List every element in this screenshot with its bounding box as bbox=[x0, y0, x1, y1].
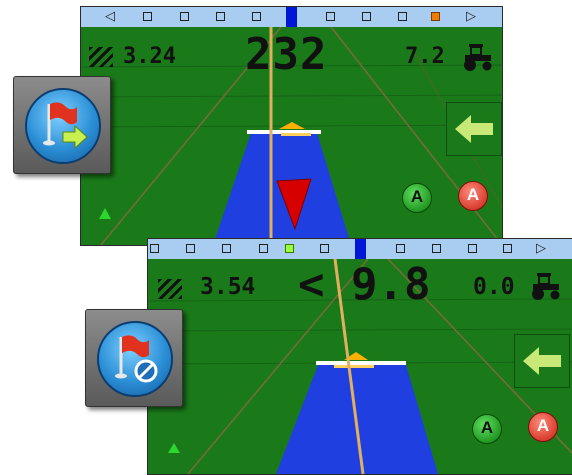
area-hatch-icon bbox=[158, 279, 182, 299]
mark-b-label: A bbox=[466, 185, 480, 204]
lightbar-cell bbox=[398, 12, 407, 21]
lightbar-cell bbox=[143, 12, 152, 21]
lightbar-cell bbox=[320, 244, 329, 253]
lightbar-cell bbox=[180, 12, 189, 21]
button-circle bbox=[25, 88, 101, 164]
mark-a-button[interactable]: A bbox=[472, 414, 502, 444]
lightbar-cell bbox=[396, 244, 405, 253]
mark-a-label: A bbox=[480, 418, 494, 437]
guidance-screen-top: ◁ ▷ 3.24 232 7.2 A A bbox=[80, 6, 503, 246]
goto-flag-button[interactable] bbox=[13, 76, 111, 174]
mark-a-label: A bbox=[410, 187, 424, 206]
lightbar-cell bbox=[432, 244, 441, 253]
speed-value: 0.0 bbox=[473, 274, 515, 300]
area-value: 3.24 bbox=[123, 44, 176, 69]
lightbar-center-indicator bbox=[355, 239, 366, 259]
lightbar-cell bbox=[150, 244, 159, 253]
cross-track-value: < 9.8 bbox=[298, 259, 431, 310]
lightbar-cell bbox=[362, 12, 371, 21]
speed-value: 7.2 bbox=[405, 44, 445, 69]
cancel-flag-button[interactable] bbox=[85, 309, 183, 407]
mark-b-button[interactable]: A bbox=[458, 181, 488, 211]
lightbar-right-arrow-icon: ▷ bbox=[466, 9, 476, 24]
lightbar-cell bbox=[186, 244, 195, 253]
mark-b-label: A bbox=[536, 416, 550, 435]
mark-b-button[interactable]: A bbox=[528, 412, 558, 442]
lightbar-cell bbox=[252, 12, 261, 21]
tractor-icon bbox=[532, 273, 560, 300]
lightbar: ▷ bbox=[148, 239, 572, 259]
button-circle bbox=[97, 321, 173, 397]
arrow-left-icon bbox=[523, 347, 561, 375]
tractor-icon bbox=[464, 44, 492, 71]
shift-left-button[interactable] bbox=[446, 102, 502, 156]
guidance-screen-bottom: ▷ 3.54 < 9.8 0.0 A A bbox=[147, 238, 572, 475]
lightbar-cell bbox=[468, 244, 477, 253]
lightbar-cell bbox=[326, 12, 335, 21]
lightbar-left-arrow-icon: ◁ bbox=[105, 9, 115, 24]
area-value: 3.54 bbox=[200, 274, 256, 300]
lightbar-center-indicator bbox=[286, 7, 297, 27]
lightbar-cell-active bbox=[431, 12, 440, 21]
cross-track-value: 232 bbox=[245, 29, 328, 80]
area-hatch-icon bbox=[89, 47, 113, 67]
lightbar-cell bbox=[259, 244, 268, 253]
mark-a-button[interactable]: A bbox=[402, 183, 432, 213]
flag-cancel-icon bbox=[115, 335, 158, 383]
shift-left-button[interactable] bbox=[514, 334, 570, 388]
lightbar-cell bbox=[216, 12, 225, 21]
flag-arrow-icon bbox=[43, 102, 88, 150]
arrow-left-icon bbox=[455, 115, 493, 143]
lightbar-cell bbox=[503, 244, 512, 253]
lightbar-cell-active bbox=[285, 244, 294, 253]
lightbar: ◁ ▷ bbox=[81, 7, 502, 27]
lightbar-cell bbox=[222, 244, 231, 253]
lightbar-right-arrow-icon: ▷ bbox=[536, 241, 546, 256]
